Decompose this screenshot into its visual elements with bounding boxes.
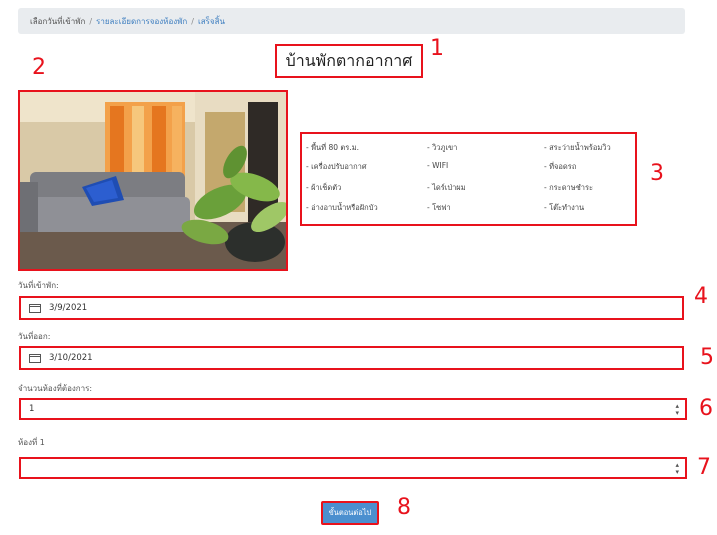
rooms-needed-label: จำนวนห้องที่ต้องการ: bbox=[18, 384, 93, 393]
amenity-item: - โซฟา bbox=[427, 203, 451, 212]
annotation-number-6: 6 bbox=[699, 396, 713, 421]
annotation-number-4: 4 bbox=[694, 284, 708, 309]
page-title: บ้านพักตากอากาศ bbox=[285, 50, 413, 70]
annotation-number-1: 1 bbox=[430, 36, 444, 61]
breadcrumb-item-finished[interactable]: เสร็จสิ้น bbox=[198, 15, 225, 28]
checkout-date-value: 3/10/2021 bbox=[49, 353, 93, 363]
amenity-item: - ผ้าเช็ดตัว bbox=[306, 183, 342, 192]
annotation-number-7: 7 bbox=[697, 455, 711, 480]
annotation-box-photo bbox=[18, 90, 288, 271]
annotation-number-3: 3 bbox=[650, 161, 664, 186]
checkin-date-input[interactable]: 3/9/2021 bbox=[19, 296, 684, 320]
amenity-item: - ที่จอดรถ bbox=[544, 162, 577, 171]
rooms-needed-select[interactable]: 1 ▴ ▾ bbox=[19, 398, 687, 420]
amenity-item: - โต๊ะทำงาน bbox=[544, 203, 585, 212]
room1-label: ห้องที่ 1 bbox=[18, 438, 45, 447]
amenity-item: - WIFI bbox=[427, 161, 449, 170]
amenity-item: - กระดาษชำระ bbox=[544, 183, 594, 192]
rooms-needed-value: 1 bbox=[29, 404, 35, 414]
amenities-box: - พื้นที่ 80 ตร.ม. - วิวภูเขา - สระว่ายน… bbox=[300, 132, 637, 226]
annotation-number-2: 2 bbox=[32, 55, 46, 80]
amenity-item: - อ่างอาบน้ำหรือฝักบัว bbox=[306, 203, 378, 212]
annotation-number-8: 8 bbox=[397, 495, 411, 520]
checkin-date-value: 3/9/2021 bbox=[49, 303, 88, 313]
breadcrumb: เลือกวันที่เข้าพัก / รายละเอียดการจองห้อ… bbox=[18, 8, 685, 34]
calendar-icon bbox=[29, 354, 41, 363]
annotation-number-5: 5 bbox=[700, 345, 714, 370]
checkin-label: วันที่เข้าพัก: bbox=[18, 281, 59, 290]
amenity-item: - สระว่ายน้ำพร้อมวิว bbox=[544, 143, 611, 152]
breadcrumb-item-select-date[interactable]: เลือกวันที่เข้าพัก bbox=[30, 15, 85, 28]
select-arrows-icon: ▴ ▾ bbox=[675, 461, 679, 476]
breadcrumb-item-booking-details[interactable]: รายละเอียดการจองห้องพัก bbox=[96, 15, 187, 28]
next-step-button[interactable]: ขั้นตอนต่อไป bbox=[321, 501, 379, 525]
calendar-icon bbox=[29, 304, 41, 313]
amenity-item: - ไดร์เป่าผม bbox=[427, 183, 466, 192]
room1-select[interactable]: ▴ ▾ bbox=[19, 457, 687, 479]
amenity-item: - เครื่องปรับอากาศ bbox=[306, 162, 367, 171]
breadcrumb-separator: / bbox=[191, 16, 194, 26]
amenity-item: - พื้นที่ 80 ตร.ม. bbox=[306, 143, 360, 152]
amenity-item: - วิวภูเขา bbox=[427, 143, 458, 152]
checkout-date-input[interactable]: 3/10/2021 bbox=[19, 346, 684, 370]
breadcrumb-separator: / bbox=[89, 16, 93, 26]
checkout-label: วันที่ออก: bbox=[18, 332, 51, 341]
select-arrows-icon: ▴ ▾ bbox=[675, 402, 679, 417]
